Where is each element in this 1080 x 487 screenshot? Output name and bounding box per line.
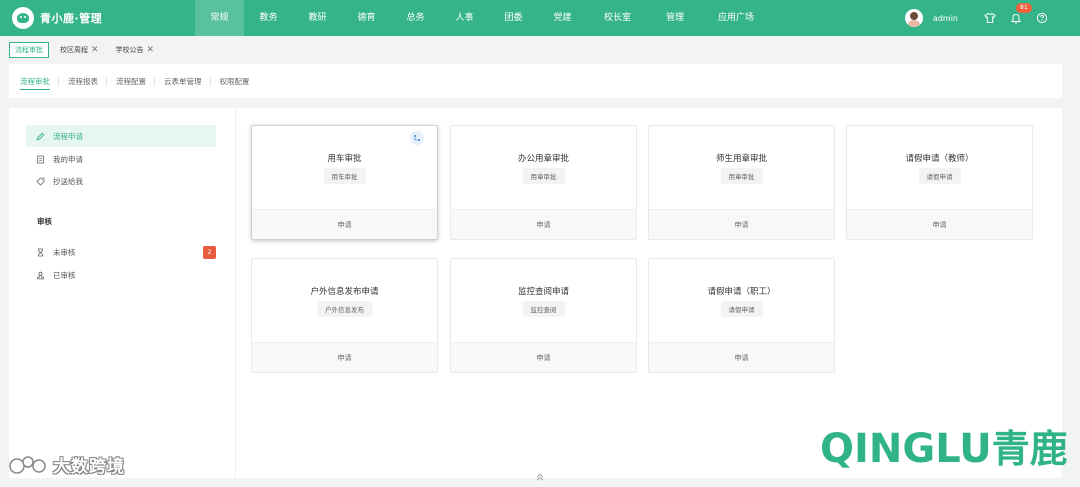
sidebar-item-my-applications[interactable]: 我的申请 [26,148,216,170]
sidebar-item-label: 抄送给我 [53,176,83,186]
subtab-process-approval[interactable]: 流程审批 [20,64,58,98]
sidebar: 流程申请 我的申请 抄送给我 审核 未审核 2 已审核 [9,108,235,478]
hourglass-icon [36,248,45,257]
process-card-vehicle[interactable]: 用车审批 用车审批 申请 [251,125,438,240]
nav-item-general[interactable]: 常规 [195,0,244,36]
subtab-process-report[interactable]: 流程报表 [58,64,106,98]
header-tools: admin 81 [904,0,1050,36]
subtab-process-config[interactable]: 流程配置 [106,64,154,98]
nav-item-academic-affairs[interactable]: 教务 [244,0,293,36]
tab-label: 校区周程 [60,46,88,54]
card-title: 请假申请（职工） [707,287,776,297]
flow-icon[interactable] [410,131,424,145]
sidebar-section-title: 审核 [37,217,52,226]
process-card-monitor-review[interactable]: 监控查阅申请 监控查阅 申请 [450,258,637,373]
process-card-teacher-student-seal[interactable]: 师生用章审批 用章审批 申请 [648,125,835,240]
card-tag: 请假申请 [918,168,961,184]
apply-button[interactable]: 申请 [847,209,1032,239]
tab-campus-weekly[interactable]: 校区周程 ✕ [54,42,105,58]
help-icon[interactable] [1034,10,1050,26]
process-card-outdoor-info[interactable]: 户外信息发布申请 户外信息发布 申请 [251,258,438,373]
sidebar-item-label: 未审核 [53,247,76,257]
chevron-up-icon[interactable] [534,472,546,482]
subtab-cloud-form-manage[interactable]: 云表单管理 [154,64,210,98]
tab-label: 流程审批 [15,46,43,54]
card-tag: 用车审批 [323,168,366,184]
card-tag: 请假申请 [720,301,763,317]
subtab-permission-config[interactable]: 权限配置 [209,64,258,98]
apply-button[interactable]: 申请 [649,209,834,239]
notification-badge: 81 [1016,3,1032,13]
card-title: 户外信息发布申请 [310,287,379,297]
main-nav: 常规 教务 教研 德育 总务 人事 团委 党建 校长室 管理 应用广场 [195,0,770,36]
sidebar-item-label: 我的申请 [53,154,83,164]
close-icon[interactable]: ✕ [147,43,155,57]
watermark-left-text: 大数跨境 [53,457,125,477]
nav-item-management[interactable]: 管理 [648,0,702,36]
card-tag: 用章审批 [720,168,763,184]
nav-item-app-store[interactable]: 应用广场 [702,0,770,36]
sidebar-item-cc-to-me[interactable]: 抄送给我 [26,170,216,192]
nav-item-teaching-research[interactable]: 教研 [293,0,342,36]
card-tag: 用章审批 [522,168,565,184]
sidebar-item-label: 流程申请 [53,131,83,141]
nav-item-youth-league[interactable]: 团委 [489,0,538,36]
apply-button[interactable]: 申请 [252,342,437,372]
avatar[interactable] [904,9,923,27]
watermark-left: 大数跨境 [8,452,125,477]
sidebar-item-pending-review[interactable]: 未审核 2 [26,241,216,263]
pending-count-badge: 2 [203,245,216,259]
watermark-right-en: QINGLU [820,426,992,472]
card-title: 办公用章审批 [517,154,569,164]
card-title: 用车审批 [327,154,362,164]
document-icon [36,155,45,164]
apply-button[interactable]: 申请 [451,209,636,239]
close-icon[interactable]: ✕ [91,43,99,57]
card-tag: 监控查阅 [522,301,565,317]
card-title: 请假申请（教师） [905,154,974,164]
watermark-logo-icon [9,455,46,474]
nav-item-principal-office[interactable]: 校长室 [587,0,648,36]
apply-button[interactable]: 申请 [649,342,834,372]
card-title: 师生用章审批 [715,154,767,164]
process-card-teacher-leave[interactable]: 请假申请（教师） 请假申请 申请 [846,125,1033,240]
process-card-office-seal[interactable]: 办公用章审批 用章审批 申请 [450,125,637,240]
app-title: 青小鹿·管理 [40,12,103,25]
sidebar-item-reviewed[interactable]: 已审核 [26,264,216,286]
nav-item-personnel[interactable]: 人事 [440,0,489,36]
sub-tabs: 流程审批 流程报表 流程配置 云表单管理 权限配置 [9,64,1062,98]
process-card-grid: 用车审批 用车审批 申请 办公用章审批 用章审批 申请 师生用章审批 用章审批 … [235,108,1062,478]
user-name[interactable]: admin [933,14,958,23]
shirt-icon[interactable] [982,10,998,26]
apply-button[interactable]: 申请 [451,342,636,372]
tab-label: 学校公告 [115,46,144,54]
sidebar-item-label: 已审核 [53,270,76,280]
top-navbar: 青小鹿·管理 常规 教务 教研 德育 总务 人事 团委 党建 校长室 管理 应用… [0,0,1080,36]
bell-icon[interactable]: 81 [1008,3,1032,26]
page-tabs: 流程审批 校区周程 ✕ 学校公告 ✕ [0,36,1080,64]
card-title: 监控查阅申请 [517,287,569,297]
sidebar-item-process-apply[interactable]: 流程申请 [26,125,216,147]
card-tag: 户外信息发布 [317,301,372,317]
deer-logo-icon [12,7,34,29]
process-card-staff-leave[interactable]: 请假申请（职工） 请假申请 申请 [648,258,835,373]
tab-process-approval[interactable]: 流程审批 [9,42,49,58]
tag-icon [36,177,45,186]
edit-icon [36,132,45,141]
nav-item-general-affairs[interactable]: 总务 [391,0,440,36]
watermark-right-cn: 青鹿 [991,427,1068,471]
tab-school-notice[interactable]: 学校公告 ✕ [110,42,161,58]
apply-button[interactable]: 申请 [252,209,437,239]
watermark-right: QINGLU 青鹿 [820,425,1068,473]
app-logo[interactable]: 青小鹿·管理 [0,0,160,36]
stamp-icon [36,271,45,280]
nav-item-moral-education[interactable]: 德育 [342,0,391,36]
nav-item-party-building[interactable]: 党建 [538,0,587,36]
